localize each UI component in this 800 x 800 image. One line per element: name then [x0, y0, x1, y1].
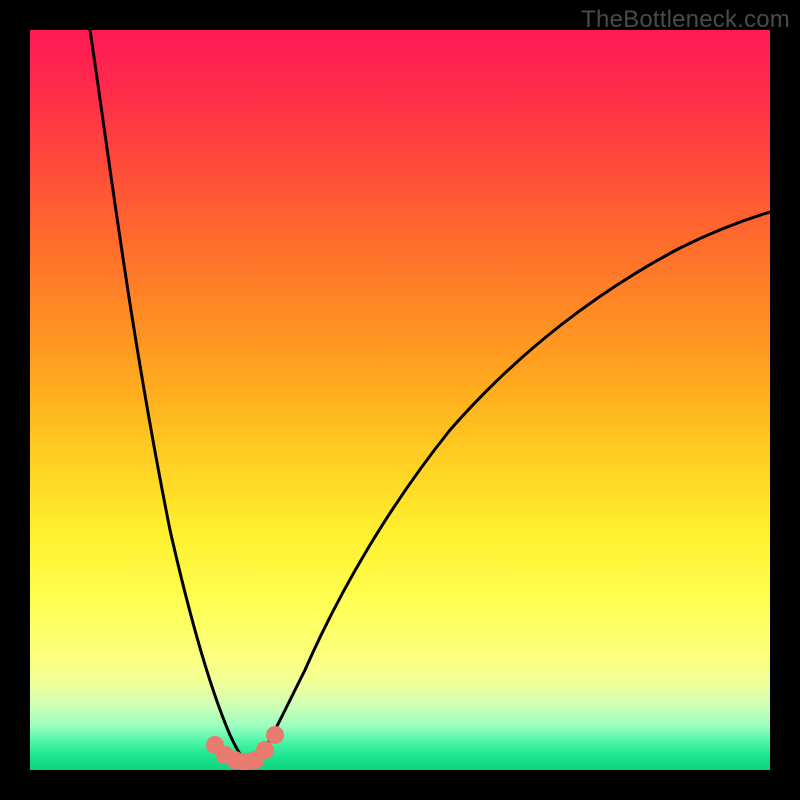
curve-left: [90, 30, 248, 765]
chart-plot-area: [30, 30, 770, 770]
marker-group: [206, 726, 284, 770]
marker-dot: [266, 726, 284, 744]
bottleneck-curve: [30, 30, 770, 770]
curve-right: [256, 212, 770, 762]
marker-dot: [256, 741, 274, 759]
watermark-text: TheBottleneck.com: [581, 6, 790, 34]
